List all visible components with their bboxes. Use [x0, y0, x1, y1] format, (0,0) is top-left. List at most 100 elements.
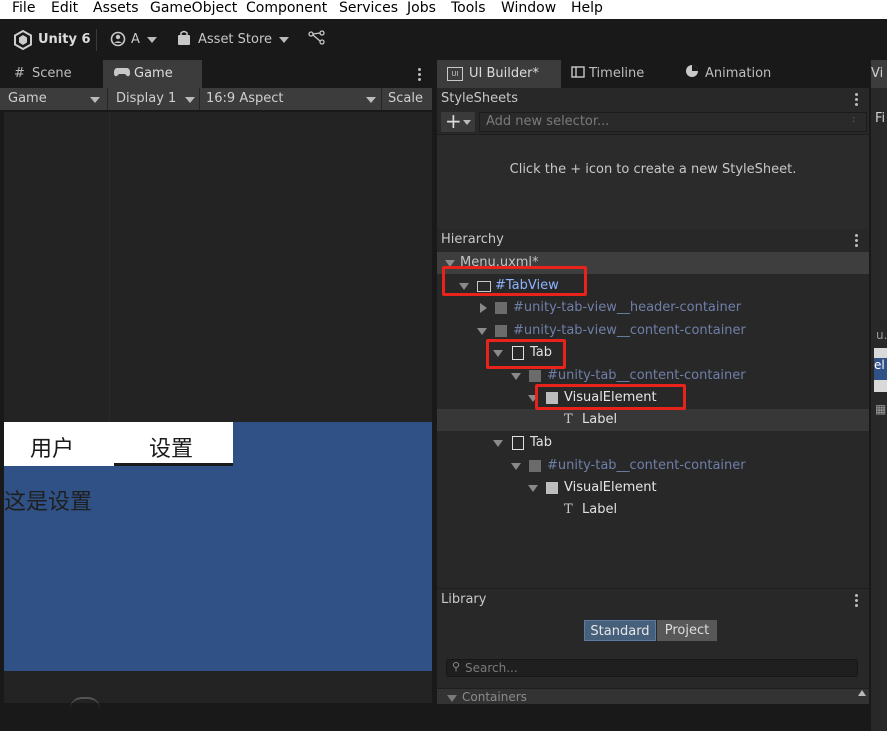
game-view-divider: [109, 112, 110, 422]
tab-timeline[interactable]: Timeline: [567, 60, 677, 88]
library-containers-foldout[interactable]: Containers: [437, 688, 869, 704]
game-view[interactable]: 用户 设置 这是设置: [4, 112, 432, 703]
left-panel-menu-icon[interactable]: [418, 68, 422, 82]
tab-game[interactable]: Game: [103, 60, 202, 88]
menu-tools[interactable]: Tools: [451, 0, 486, 17]
hierarchy-row[interactable]: T Label: [437, 499, 869, 521]
expand-icon[interactable]: [511, 373, 521, 380]
visual-element-icon: [495, 325, 507, 337]
tab-scene[interactable]: # Scene: [6, 60, 102, 88]
game-view-toolbar: Game Display 1 16:9 Aspect Scale: [0, 88, 432, 110]
right-tab-bar: UI UI Builder* Timeline Animation: [437, 60, 869, 88]
display-dropdown[interactable]: Display 1: [116, 88, 176, 110]
version-control-icon[interactable]: [308, 30, 326, 50]
library-menu-icon[interactable]: [855, 594, 859, 608]
annotation-highlight-tab: [486, 339, 566, 369]
far-right-item: Fi: [875, 111, 886, 126]
collapse-icon[interactable]: [480, 303, 487, 313]
selector-colon-icon: :: [852, 114, 856, 125]
expand-icon[interactable]: [528, 485, 538, 492]
visual-element-icon: [529, 370, 541, 382]
menu-component[interactable]: Component: [246, 0, 327, 17]
far-right-grid-icon: ▦: [875, 402, 887, 416]
stylesheets-toolbar: + Add new selector... :: [437, 109, 869, 134]
display-mode-dropdown[interactable]: Game: [8, 88, 47, 110]
asset-store-bag-icon[interactable]: [177, 30, 191, 50]
account-label[interactable]: A: [131, 30, 140, 50]
gamepad-icon: [114, 61, 130, 89]
stylesheets-hint: Click the + icon to create a new StyleSh…: [509, 162, 797, 177]
expand-icon[interactable]: [477, 328, 487, 335]
unity-logo-icon[interactable]: [14, 29, 34, 51]
unity-version-label[interactable]: Unity 6: [38, 30, 91, 50]
game-tab-users[interactable]: 用户: [4, 422, 114, 466]
asset-store-label[interactable]: Asset Store: [198, 30, 272, 50]
library-tab-project[interactable]: Project: [657, 620, 717, 641]
game-tab-users-label: 用户: [30, 437, 75, 462]
animation-icon: [685, 61, 699, 89]
stylesheets-menu-icon[interactable]: [855, 93, 859, 107]
account-dropdown-icon[interactable]: [147, 37, 157, 43]
library-title: Library: [441, 592, 487, 607]
menu-help[interactable]: Help: [571, 0, 603, 17]
display-dropdown-icon[interactable]: [185, 97, 195, 103]
menu-window[interactable]: Window: [501, 0, 556, 17]
menu-file[interactable]: File: [12, 0, 35, 17]
display-mode-dropdown-icon[interactable]: [90, 97, 100, 103]
far-right-tab[interactable]: Vi: [871, 60, 887, 88]
tab-icon: [512, 436, 524, 450]
divider: [381, 88, 382, 110]
menu-services[interactable]: Services: [339, 0, 398, 17]
annotation-highlight-tabview: [442, 266, 587, 296]
hierarchy-title: Hierarchy: [441, 232, 504, 247]
hierarchy-menu-icon[interactable]: [855, 234, 859, 248]
divider: [107, 88, 108, 110]
asset-store-dropdown-icon[interactable]: [279, 37, 289, 43]
scale-label[interactable]: Scale: [388, 88, 423, 110]
game-ui-panel: 用户 设置 这是设置: [4, 422, 432, 671]
add-selector-input[interactable]: Add new selector... :: [479, 112, 867, 132]
hierarchy-row[interactable]: Tab: [437, 432, 869, 454]
tab-ui-builder-label: UI Builder*: [469, 66, 539, 81]
expand-icon[interactable]: [493, 440, 503, 447]
account-icon[interactable]: [110, 30, 126, 50]
menu-jobs[interactable]: Jobs: [407, 0, 436, 17]
library-search-placeholder: Search...: [465, 661, 518, 675]
library-search-input[interactable]: ⚲ Search...: [446, 659, 858, 677]
hierarchy-row[interactable]: VisualElement: [437, 477, 869, 499]
menu-assets[interactable]: Assets: [93, 0, 139, 17]
library-header: Library: [437, 588, 869, 611]
expand-icon[interactable]: [447, 695, 457, 702]
hierarchy-row[interactable]: #unity-tab__content-container: [437, 455, 869, 477]
tab-animation[interactable]: Animation: [683, 60, 803, 88]
hierarchy-tree: Menu.uxml* #TabView #unity-tab-view__hea…: [437, 252, 869, 586]
far-right-panel: Vi Fi u. el ▦: [869, 60, 887, 731]
far-right-preview: el: [874, 348, 887, 392]
tab-ui-builder[interactable]: UI UI Builder*: [437, 60, 561, 88]
game-view-partial-shape: [70, 697, 100, 709]
toolbar-divider: [96, 29, 97, 51]
hierarchy-row-label: Label: [582, 502, 618, 517]
tab-animation-label: Animation: [705, 66, 772, 81]
hierarchy-row-label: Tab: [530, 435, 553, 450]
game-tab-settings-label: 设置: [149, 437, 194, 462]
add-stylesheet-button[interactable]: +: [441, 109, 475, 133]
menu-edit[interactable]: Edit: [51, 0, 78, 17]
game-tab-settings[interactable]: 设置: [114, 422, 233, 466]
main-toolbar: Unity 6 A Asset Store: [0, 19, 887, 60]
scene-hash-icon: #: [14, 66, 25, 81]
divider: [199, 88, 200, 110]
hierarchy-row[interactable]: #unity-tab-view__header-container: [437, 297, 869, 319]
hierarchy-row-label: #unity-tab-view__header-container: [513, 300, 742, 315]
tab-timeline-label: Timeline: [589, 66, 645, 81]
scroll-up-icon[interactable]: [858, 690, 866, 696]
library-tab-standard[interactable]: Standard: [584, 620, 656, 641]
hierarchy-row[interactable]: T Label: [437, 409, 869, 431]
aspect-dropdown-icon[interactable]: [366, 97, 376, 103]
hierarchy-row-label: VisualElement: [564, 480, 657, 495]
label-type-icon: T: [564, 502, 573, 517]
tab-game-label: Game: [134, 66, 173, 81]
menu-gameobject[interactable]: GameObject: [150, 0, 237, 17]
expand-icon[interactable]: [511, 463, 521, 470]
aspect-dropdown[interactable]: 16:9 Aspect: [206, 88, 284, 110]
